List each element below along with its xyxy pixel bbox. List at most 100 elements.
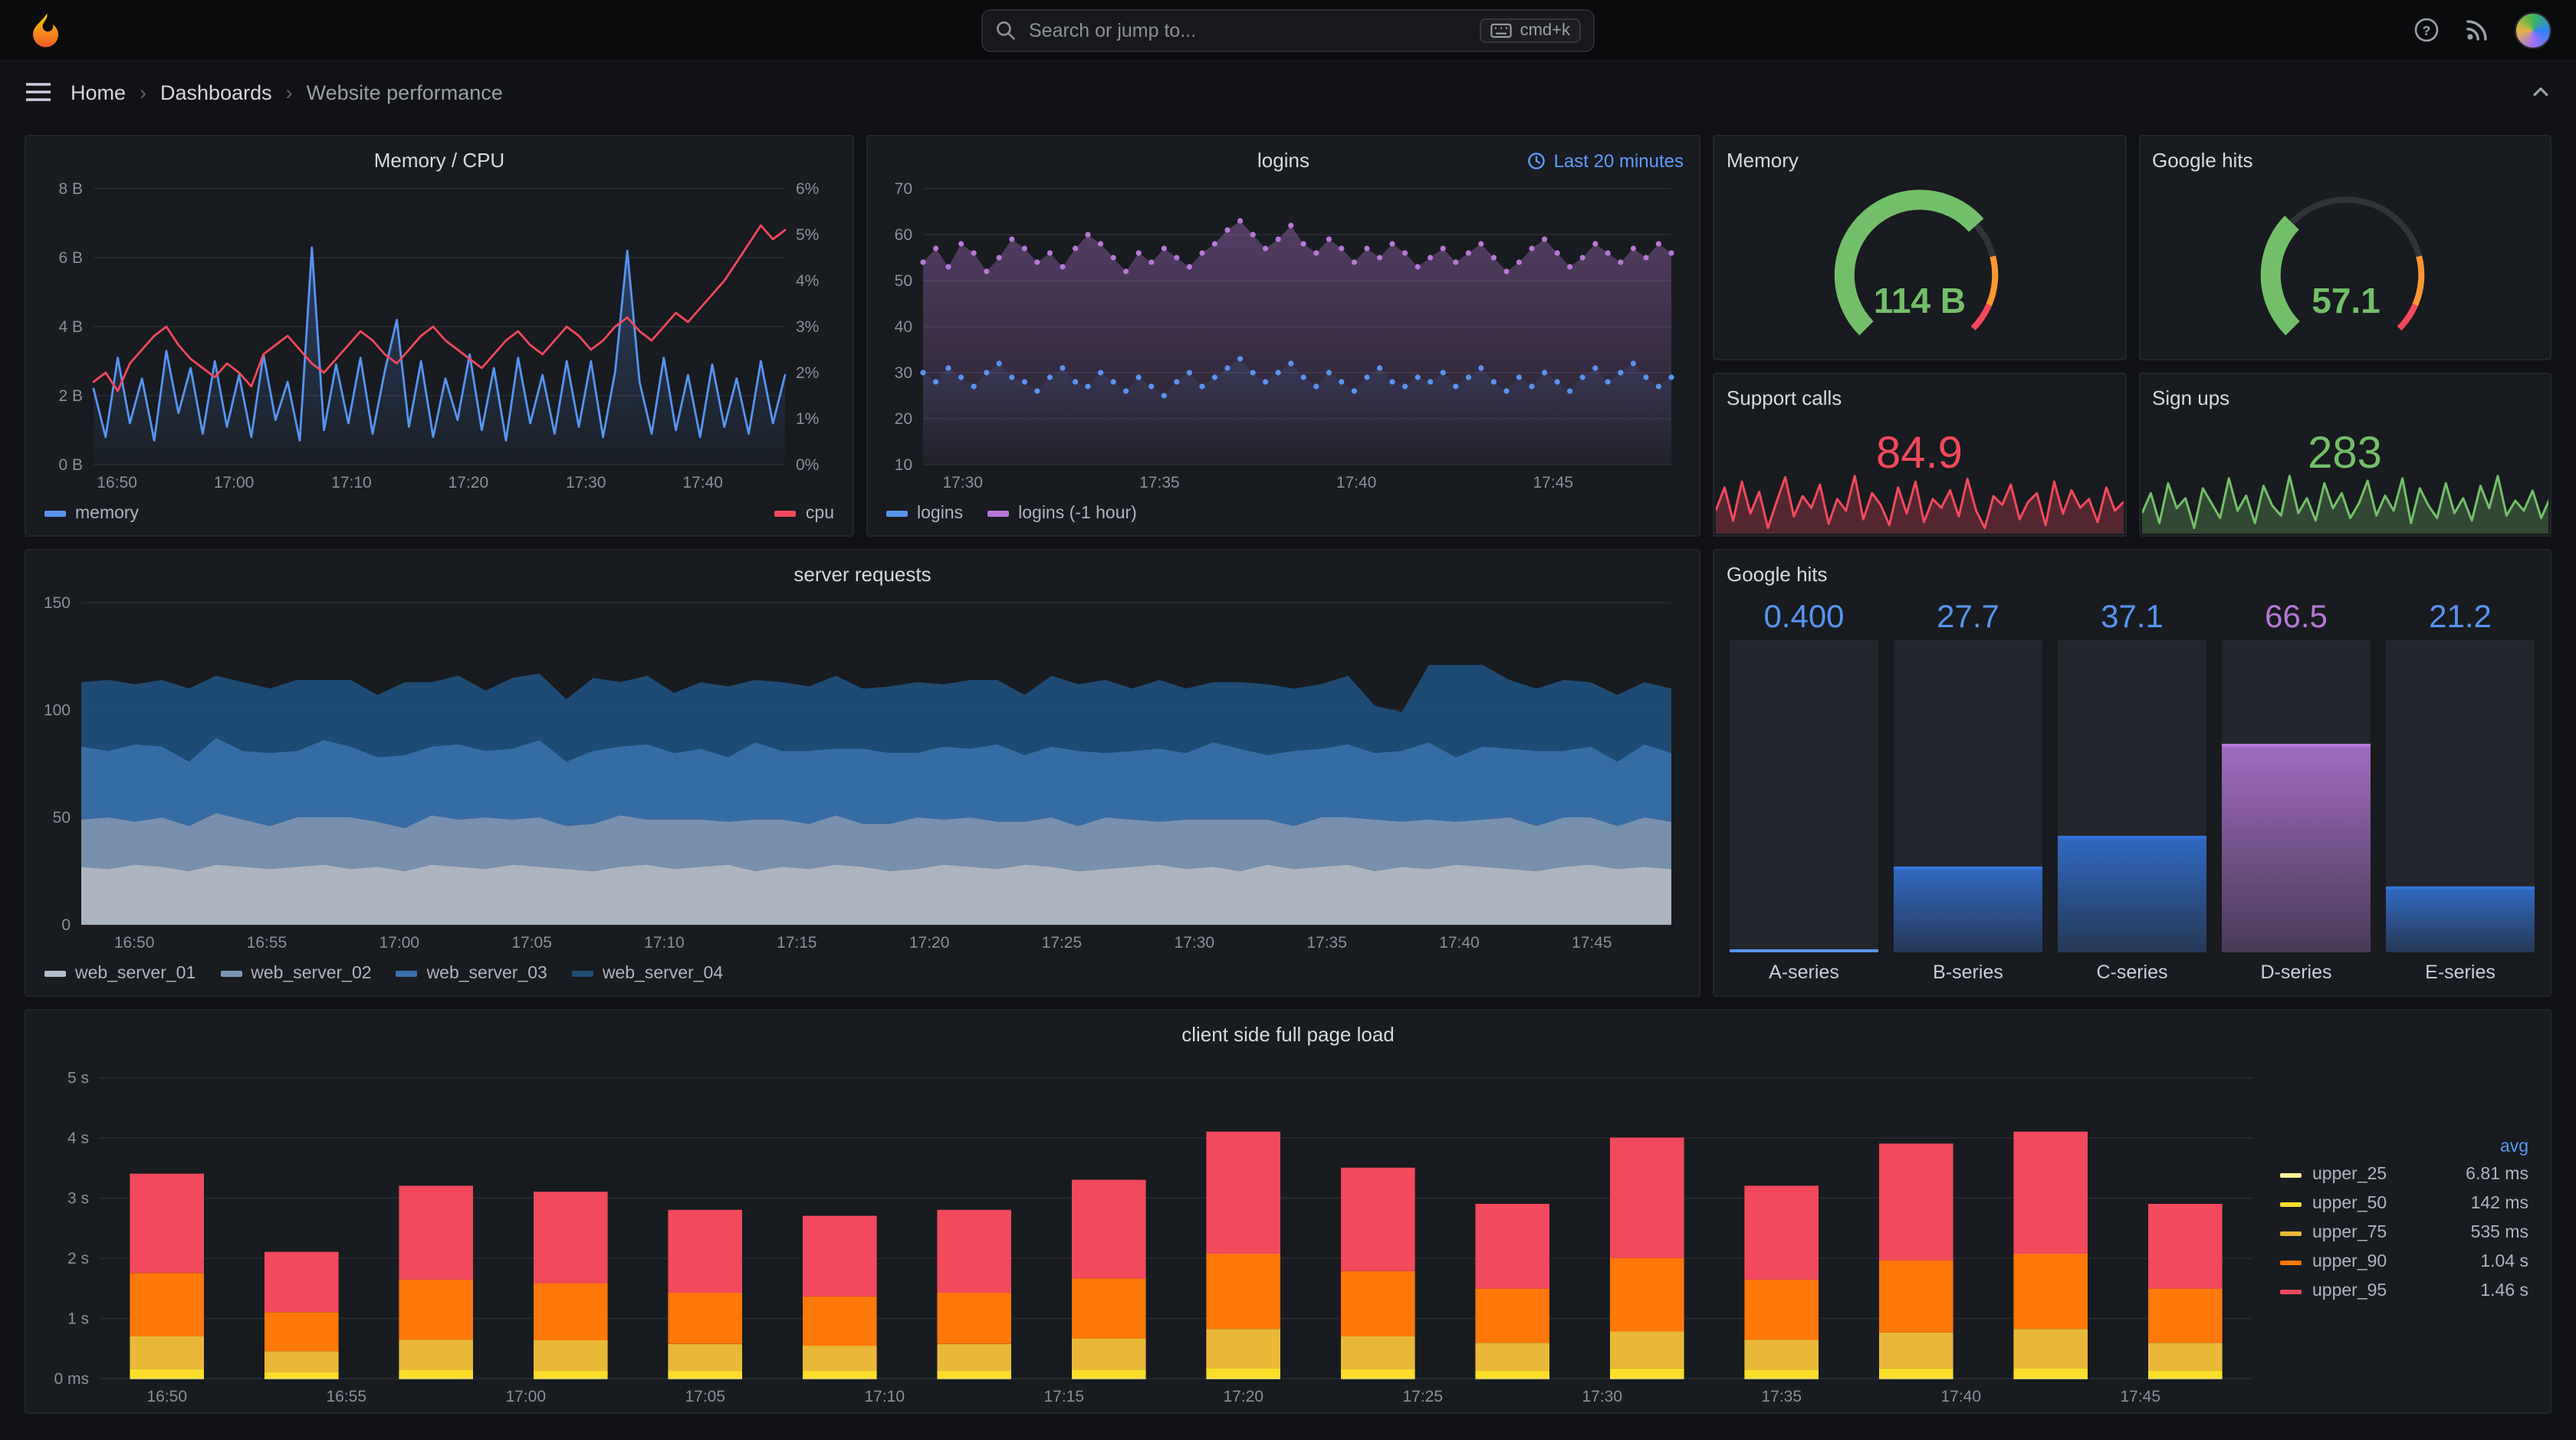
svg-text:1%: 1% (796, 410, 819, 428)
bar-gauge-label: D-series (2260, 962, 2332, 983)
svg-text:16:50: 16:50 (97, 474, 137, 492)
legend-item[interactable]: upper_50 142 ms (2280, 1189, 2528, 1218)
bar-gauge-track (1894, 639, 2042, 952)
panel-title-memory[interactable]: Memory (1727, 144, 2112, 176)
help-button[interactable]: ? (2413, 17, 2440, 43)
legend-item[interactable]: logins (-1 hour) (987, 505, 1137, 523)
legend-item[interactable]: upper_25 6.81 ms (2280, 1160, 2528, 1189)
svg-text:150: 150 (44, 594, 71, 612)
svg-text:17:40: 17:40 (1940, 1388, 1981, 1405)
svg-text:17:10: 17:10 (864, 1388, 905, 1405)
legend-label: web_server_03 (426, 965, 547, 983)
svg-text:4 B: 4 B (58, 318, 83, 336)
memory-cpu-chart: 0 B 2 B 4 B 6 B 8 B 0% 1% 2% 3% 4% 5% 6% 16:50 17:00 1… (38, 176, 840, 495)
bar-gauge-track (2222, 639, 2371, 952)
user-avatar[interactable] (2515, 12, 2551, 48)
legend-item[interactable]: logins (886, 505, 963, 523)
small-panels-group: Memory 114 B Support calls 84.9 Google h… (1713, 135, 2551, 537)
bar-gauge-column: 66.5 D-series (2222, 597, 2371, 989)
help-icon: ? (2414, 18, 2439, 42)
svg-text:17:40: 17:40 (682, 474, 723, 492)
legend-swatch (44, 971, 66, 977)
legend-label: logins (917, 505, 964, 523)
panel-time-range[interactable]: Last 20 minutes (1528, 144, 1684, 176)
legend-item[interactable]: web_server_01 (44, 965, 196, 983)
panel-title-google-hits[interactable]: Google hits (2152, 144, 2538, 176)
panel-title-support-calls[interactable]: Support calls (1714, 382, 2124, 414)
legend-label: web_server_02 (251, 965, 372, 983)
panel-title-memory-cpu[interactable]: Memory / CPU (38, 144, 840, 176)
legend-avg-header: avg (2499, 1137, 2528, 1156)
legend-label: upper_75 (2312, 1224, 2387, 1242)
svg-text:3%: 3% (796, 318, 819, 336)
panel-memory-cpu: Memory / CPU 0 B 2 B 4 B 6 B 8 B 0% 1% 2% 3% 4% 5%… (25, 135, 854, 537)
legend-item[interactable]: web_server_03 (396, 965, 547, 983)
breadcrumb-home[interactable]: Home (71, 81, 126, 104)
legend-swatch (886, 511, 908, 517)
bar-gauge: 0.400 A-series 27.7 B-series 37.1 C-series 66.… (1727, 590, 2538, 992)
news-button[interactable] (2464, 17, 2490, 43)
panel-title-google-hits-bars[interactable]: Google hits (1727, 558, 2538, 590)
search-input[interactable]: Search or jump to... cmd+k (981, 8, 1595, 51)
svg-text:6%: 6% (796, 180, 819, 198)
legend-label: upper_50 (2312, 1195, 2387, 1213)
panel-title-client-load[interactable]: client side full page load (38, 1018, 2538, 1050)
panel-logins: logins Last 20 minutes 10 20 30 40 50 60 70 17:… (866, 135, 1700, 537)
legend-swatch (987, 511, 1010, 517)
svg-text:60: 60 (895, 226, 912, 244)
legend-avg-value: 535 ms (2470, 1224, 2528, 1242)
legend-avg-value: 6.81 ms (2466, 1165, 2528, 1184)
svg-text:5%: 5% (796, 226, 819, 244)
legend-item[interactable]: web_server_04 (571, 965, 723, 983)
memory-gauge: 114 B (1727, 176, 2112, 356)
bar-gauge-value: 21.2 (2429, 600, 2492, 635)
bar-gauge-fill (2386, 886, 2535, 952)
svg-text:4%: 4% (796, 272, 819, 290)
svg-text:114 B: 114 B (1874, 281, 1966, 321)
svg-text:16:55: 16:55 (326, 1388, 366, 1405)
legend-item[interactable]: upper_75 535 ms (2280, 1218, 2528, 1248)
svg-text:17:00: 17:00 (380, 934, 420, 952)
legend-label: logins (-1 hour) (1018, 505, 1137, 523)
legend-item[interactable]: cpu (774, 505, 834, 523)
legend-label: upper_90 (2312, 1253, 2387, 1271)
bar-gauge-label: E-series (2425, 962, 2496, 983)
svg-text:40: 40 (895, 318, 912, 336)
legend-item[interactable]: upper_95 1.46 s (2280, 1277, 2528, 1306)
svg-text:70: 70 (895, 180, 912, 198)
svg-text:17:45: 17:45 (1533, 474, 1574, 492)
svg-text:17:00: 17:00 (214, 474, 255, 492)
logins-chart: 10 20 30 40 50 60 70 17:30 17:35 17:40 17:45 (880, 176, 1687, 495)
svg-text:17:25: 17:25 (1042, 934, 1083, 952)
bar-gauge-value: 37.1 (2101, 600, 2164, 635)
svg-text:17:15: 17:15 (1043, 1388, 1084, 1405)
svg-text:17:35: 17:35 (1761, 1388, 1802, 1405)
svg-text:17:10: 17:10 (644, 934, 685, 952)
legend-avg-value: 1.04 s (2480, 1253, 2528, 1271)
svg-text:3 s: 3 s (67, 1190, 89, 1208)
svg-text:17:10: 17:10 (331, 474, 372, 492)
legend-item[interactable]: upper_90 1.04 s (2280, 1248, 2528, 1277)
svg-text:2%: 2% (796, 364, 819, 382)
svg-text:17:20: 17:20 (1223, 1388, 1263, 1405)
chevron-right-icon: › (285, 81, 293, 104)
bar-gauge-track (2386, 639, 2535, 952)
panel-title-sign-ups[interactable]: Sign ups (2140, 382, 2550, 414)
menu-toggle-button[interactable] (25, 81, 52, 103)
grafana-logo[interactable] (25, 8, 67, 51)
breadcrumb-dashboards[interactable]: Dashboards (160, 81, 272, 104)
svg-text:16:55: 16:55 (247, 934, 288, 952)
legend-item[interactable]: memory (44, 505, 139, 523)
panel-title-server-requests[interactable]: server requests (38, 558, 1687, 590)
collapse-header-button[interactable] (2530, 81, 2551, 103)
svg-text:16:50: 16:50 (146, 1388, 187, 1405)
sign-ups-sparkline (2141, 463, 2548, 534)
svg-text:30: 30 (895, 364, 912, 382)
legend-item[interactable]: web_server_02 (220, 965, 372, 983)
svg-text:100: 100 (44, 702, 71, 719)
legend-label: memory (75, 505, 140, 523)
svg-text:?: ? (2423, 23, 2431, 38)
svg-text:17:35: 17:35 (1139, 474, 1180, 492)
panel-google-hits-gauge: Google hits 57.1 (2138, 135, 2551, 360)
svg-text:8 B: 8 B (58, 180, 83, 198)
